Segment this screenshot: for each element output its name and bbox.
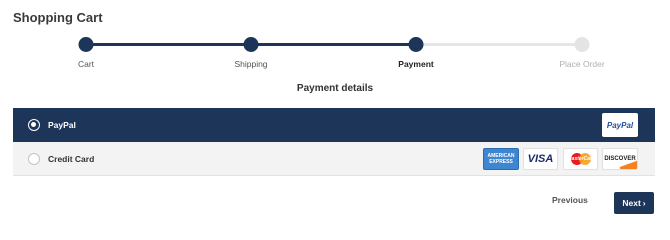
cart-title: Shopping Cart: [13, 10, 103, 25]
step-payment-label: Payment: [398, 59, 434, 69]
next-button-label: Next: [622, 198, 641, 208]
step-cart-label: Cart: [77, 59, 95, 69]
chevron-right-icon: ›: [642, 198, 646, 208]
amex-logo: AMERICAN EXPRESS: [483, 148, 519, 170]
visa-logo: VISA: [523, 148, 558, 170]
mastercard-logo-text: MasterCard: [567, 156, 596, 162]
paypal-option-label: PayPal: [48, 120, 76, 130]
step-shipping-label: Shipping: [234, 59, 268, 69]
next-button[interactable]: Next ›: [614, 192, 654, 214]
credit-card-option-label: Credit Card: [48, 154, 95, 164]
step-cart-dot[interactable]: [78, 37, 94, 52]
discover-logo-text: DISCOVER: [604, 156, 636, 162]
stepper-remaining-line: [416, 43, 582, 46]
mastercard-logo: MasterCard: [563, 148, 598, 170]
credit-card-radio[interactable]: [28, 153, 40, 165]
paypal-logo: PayPal: [602, 113, 638, 137]
step-payment-dot[interactable]: [408, 37, 424, 52]
amex-logo-text: AMERICAN EXPRESS: [487, 153, 515, 165]
payment-option-credit-card[interactable]: Credit Card AMERICAN EXPRESS VISA Master…: [13, 142, 655, 176]
step-place-order-label: Place Order: [559, 59, 605, 69]
payment-details-title: Payment details: [296, 83, 374, 94]
checkout-stepper: Cart Shipping Payment Place Order: [0, 35, 670, 75]
step-shipping-dot[interactable]: [243, 37, 259, 52]
previous-button[interactable]: Previous: [552, 195, 588, 205]
payment-option-paypal[interactable]: PayPal PayPal: [13, 108, 655, 142]
paypal-radio[interactable]: [28, 119, 40, 131]
paypal-logo-text: PayPal: [606, 120, 634, 130]
step-place-order-dot: [574, 37, 590, 52]
visa-logo-text: VISA: [527, 153, 554, 165]
discover-logo: DISCOVER: [602, 148, 638, 170]
